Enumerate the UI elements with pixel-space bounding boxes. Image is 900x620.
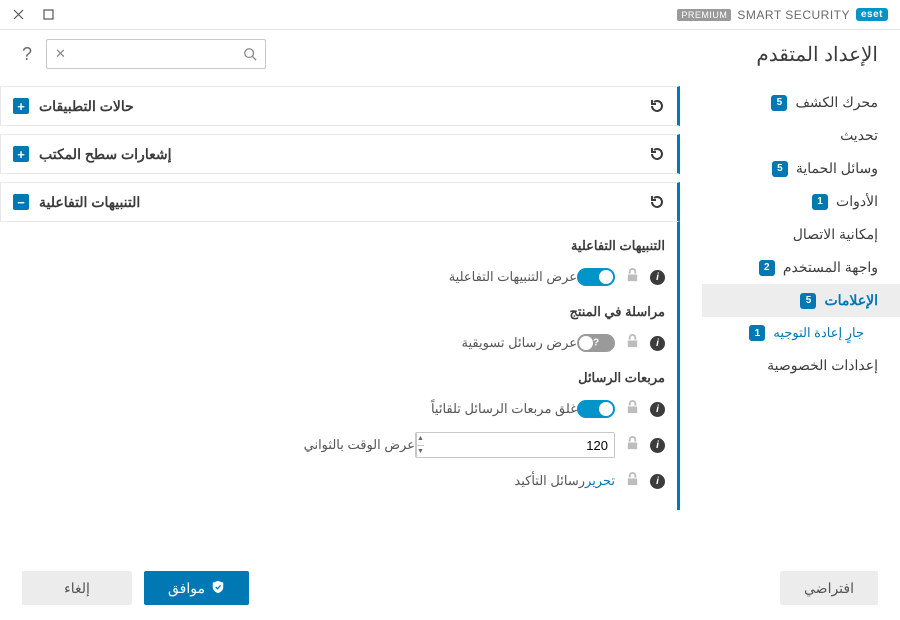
sidebar-item-label: إعدادات الخصوصية [767,357,878,374]
panel-desktop-notifications: إشعارات سطح المكتب + [0,134,680,174]
expand-icon: + [13,98,29,114]
reset-icon[interactable] [649,146,665,162]
sidebar-badge: 1 [812,194,828,210]
subsection-interactive-alerts: التنبيهات التفاعلية [0,228,677,260]
sidebar-badge: 5 [772,161,788,177]
main: محرك الكشف 5 تحديث وسائل الحماية 5 الأدو… [0,78,900,556]
ok-button-label: موافق [168,580,205,597]
row-display-time-seconds: i ▲ ▼ عرض الوقت بالثو [0,426,677,464]
sidebar-item-label: تحديث [840,127,878,144]
toggle-close-message-boxes-auto[interactable] [577,400,615,418]
collapse-icon: − [13,194,29,210]
panel-header-app-states[interactable]: حالات التطبيقات + [0,86,680,126]
sidebar-item-label: محرك الكشف [795,94,878,111]
edit-link[interactable]: تحرير [585,473,615,489]
toggle-show-marketing-messages[interactable]: ? [577,334,615,352]
brand-logo: eset [856,8,888,21]
time-seconds-input[interactable] [424,433,615,457]
search-icon [243,47,257,61]
shield-icon [211,580,225,597]
toggle-show-interactive-alerts[interactable] [577,268,615,286]
panel-title: إشعارات سطح المكتب [39,146,171,163]
panel-title: التنبيهات التفاعلية [39,194,140,211]
lock-icon [625,471,640,491]
panel-header-desktop-notifications[interactable]: إشعارات سطح المكتب + [0,134,680,174]
subsection-message-boxes: مربعات الرسائل [0,360,677,392]
brand-name: SMART SECURITY [737,8,850,22]
sidebar-item-label: الأدوات [836,193,878,210]
lock-icon [625,399,640,419]
sidebar-item-notifications[interactable]: الإعلامات 5 [702,284,900,317]
sidebar-item-protections[interactable]: وسائل الحماية 5 [702,152,900,185]
time-seconds-input-wrap: ▲ ▼ [415,432,615,458]
header: الإعداد المتقدم ✕ ? [0,30,900,78]
number-spinner: ▲ ▼ [416,433,424,457]
footer-actions: موافق إلغاء [22,571,249,605]
window-controls [12,9,54,21]
row-show-interactive-alerts: i عرض التنبيهات التفاعلية [0,260,677,294]
sidebar-badge: 2 [759,260,775,276]
maximize-button[interactable] [42,9,54,21]
sidebar-badge: 1 [749,325,765,341]
close-button[interactable] [12,9,24,21]
sidebar-item-label: الإعلامات [824,292,878,309]
ok-button[interactable]: موافق [144,571,249,605]
sidebar-item-privacy[interactable]: إعدادات الخصوصية [702,349,900,382]
row-show-marketing-messages: i ? عرض رسائل تسويقية [0,326,677,360]
brand-tier: PREMIUM [677,9,731,21]
footer: افتراضي موافق إلغاء [0,556,900,620]
sidebar: محرك الكشف 5 تحديث وسائل الحماية 5 الأدو… [702,78,900,556]
sidebar-item-tools[interactable]: الأدوات 1 [702,185,900,218]
info-icon[interactable]: i [650,270,665,285]
sidebar-item-connectivity[interactable]: إمكانية الاتصال [702,218,900,251]
row-close-message-boxes-auto: i غلق مربعات الرسائل تلقائياً [0,392,677,426]
sidebar-item-label: وسائل الحماية [796,160,878,177]
cancel-button[interactable]: إلغاء [22,571,132,605]
help-icon[interactable]: ? [22,44,32,65]
sidebar-item-label: واجهة المستخدم [783,259,878,276]
reset-icon[interactable] [649,98,665,114]
panel-interactive-alerts: التنبيهات التفاعلية − التنبيهات التفاعلي… [0,182,680,510]
panel-title: حالات التطبيقات [39,98,134,115]
info-icon[interactable]: i [650,402,665,417]
row-label: غلق مربعات الرسائل تلقائياً [12,401,577,417]
row-label: عرض الوقت بالثواني [12,437,415,453]
lock-icon [625,333,640,353]
spinner-down[interactable]: ▼ [417,446,424,458]
sidebar-item-label: إمكانية الاتصال [793,226,878,243]
sidebar-subitem-forwarding[interactable]: جارٍ إعادة التوجيه 1 [702,317,900,349]
search-input-wrap: ✕ [46,39,266,69]
sidebar-badge: 5 [771,95,787,111]
header-tools: ✕ ? [22,39,266,69]
sidebar-item-detection-engine[interactable]: محرك الكشف 5 [702,86,900,119]
panel-body: التنبيهات التفاعلية i عرض التنبيهات التف… [0,222,680,510]
panel-app-states: حالات التطبيقات + [0,86,680,126]
info-icon[interactable]: i [650,438,665,453]
sidebar-item-label: جارٍ إعادة التوجيه [773,325,864,341]
row-label: عرض التنبيهات التفاعلية [12,269,577,285]
sidebar-item-user-interface[interactable]: واجهة المستخدم 2 [702,251,900,284]
search-clear-icon[interactable]: ✕ [55,46,66,62]
row-label: رسائل التأكيد [12,473,585,489]
spinner-up[interactable]: ▲ [417,433,424,446]
row-confirmation-messages: i تحرير رسائل التأكيد [0,464,677,498]
lock-icon [625,267,640,287]
page-title: الإعداد المتقدم [756,42,878,67]
default-button[interactable]: افتراضي [780,571,878,605]
expand-icon: + [13,146,29,162]
lock-icon [625,435,640,455]
content: حالات التطبيقات + إشعارات سطح المكتب + ا… [0,78,702,556]
search-input[interactable] [33,40,265,68]
info-icon[interactable]: i [650,336,665,351]
titlebar: eset SMART SECURITY PREMIUM [0,0,900,30]
panel-header-interactive-alerts[interactable]: التنبيهات التفاعلية − [0,182,680,222]
reset-icon[interactable] [649,194,665,210]
brand: eset SMART SECURITY PREMIUM [677,8,888,22]
row-label: عرض رسائل تسويقية [12,335,577,351]
sidebar-item-update[interactable]: تحديث [702,119,900,152]
info-icon[interactable]: i [650,474,665,489]
subsection-in-product-messaging: مراسلة في المنتج [0,294,677,326]
sidebar-badge: 5 [800,293,816,309]
